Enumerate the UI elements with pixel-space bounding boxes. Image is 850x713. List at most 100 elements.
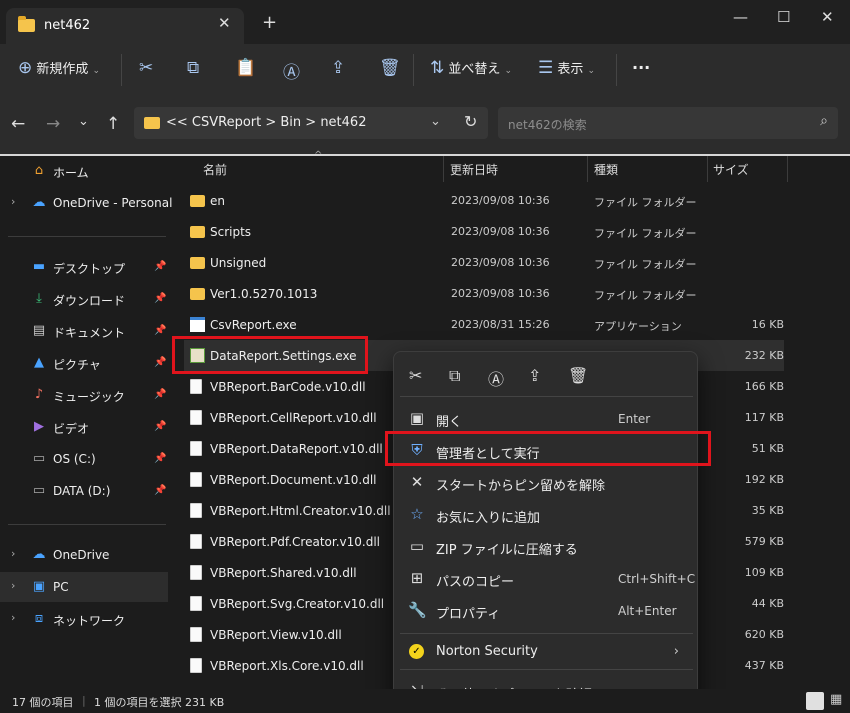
sidebar-divider	[8, 524, 166, 525]
view-button-label: 表示	[557, 62, 584, 77]
new-tab-button[interactable]: +	[262, 14, 277, 32]
sidebar-item-videos[interactable]: ▶ ビデオ 📌	[0, 412, 168, 442]
menu-item-norton-security[interactable]: ✓ Norton Security ›	[398, 636, 693, 667]
file-size: 437 KB	[744, 659, 784, 672]
file-size: 44 KB	[751, 597, 784, 610]
file-size: 579 KB	[744, 535, 784, 548]
file-date: 2023/09/08 10:36	[451, 225, 550, 238]
rename-icon[interactable]: Ⓐ	[488, 366, 504, 390]
close-window-button[interactable]: ✕	[821, 8, 834, 26]
forward-arrow-icon[interactable]: →	[46, 114, 60, 134]
breadcrumb[interactable]: << CSVReport > Bin > net462	[166, 115, 366, 130]
menu-item-open[interactable]: ▣ 開く Enter	[398, 403, 693, 434]
sidebar-item-label: ピクチャ	[53, 358, 101, 372]
cloud-icon: ☁	[32, 195, 46, 210]
back-arrow-icon[interactable]: ←	[11, 114, 25, 134]
navigation-pane: ⌂ ホーム › ☁ OneDrive - Personal ▬ デスクトップ 📌…	[0, 156, 172, 689]
unpin-icon: ✕	[410, 473, 424, 491]
menu-divider	[400, 633, 693, 634]
menu-item-copy-path[interactable]: ⊞ パスのコピー Ctrl+Shift+C	[398, 563, 695, 594]
file-row[interactable]: en 2023/09/08 10:36 ファイル フォルダー	[184, 185, 784, 216]
sidebar-item-os-c[interactable]: ▭ OS (C:) 📌	[0, 444, 168, 474]
share-icon[interactable]: ⇪	[528, 366, 541, 385]
column-divider[interactable]	[587, 156, 588, 182]
column-header-name[interactable]: 名前	[203, 161, 227, 178]
copy-path-icon: ⊞	[410, 569, 424, 587]
column-divider[interactable]	[443, 156, 444, 182]
pin-icon: 📌	[154, 261, 167, 272]
view-button[interactable]: ☰ 表示 ⌄	[538, 58, 595, 78]
sort-button[interactable]: ⇅ 並べ替え ⌄	[430, 58, 512, 78]
sidebar-item-desktop[interactable]: ▬ デスクトップ 📌	[0, 252, 168, 282]
column-divider[interactable]	[787, 156, 788, 182]
file-row[interactable]: Scripts 2023/09/08 10:36 ファイル フォルダー	[184, 216, 784, 247]
sidebar-item-label: ミュージック	[53, 390, 125, 404]
menu-item-unpin-start[interactable]: ✕ スタートからピン留めを解除	[398, 467, 693, 498]
download-icon: ⤓	[36, 291, 42, 306]
sidebar-item-downloads[interactable]: ⤓ ダウンロード 📌	[0, 284, 168, 314]
sidebar-item-data-d[interactable]: ▭ DATA (D:) 📌	[0, 476, 168, 506]
sidebar-item-home[interactable]: ⌂ ホーム	[0, 156, 168, 186]
rename-icon[interactable]: Ⓐ	[283, 58, 300, 83]
sidebar-item-label: ホーム	[53, 166, 89, 180]
column-divider[interactable]	[707, 156, 708, 182]
sidebar-item-documents[interactable]: ▤ ドキュメント 📌	[0, 316, 168, 346]
wrench-icon: 🔧	[408, 601, 427, 619]
column-header-size[interactable]: サイズ	[713, 161, 749, 178]
copy-icon[interactable]: ⧉	[187, 58, 199, 78]
minimize-button[interactable]: —	[733, 8, 748, 26]
address-bar[interactable]: << CSVReport > Bin > net462 ⌄ ↻	[134, 107, 488, 139]
search-input[interactable]: net462の検索	[508, 116, 587, 133]
close-tab-icon[interactable]: ✕	[218, 14, 231, 32]
sidebar-item-network[interactable]: › ⧈ ネットワーク	[0, 604, 168, 634]
cut-icon[interactable]: ✂	[409, 366, 422, 385]
delete-icon[interactable]: 🗑	[379, 58, 401, 78]
sidebar-item-pictures[interactable]: ▲ ピクチャ 📌	[0, 348, 168, 378]
details-view-button[interactable]	[806, 692, 824, 710]
column-header-type[interactable]: 種類	[594, 161, 618, 178]
up-arrow-icon[interactable]: ↑	[106, 114, 120, 134]
chevron-right-icon[interactable]: ›	[11, 195, 15, 208]
file-date: 2023/09/08 10:36	[451, 194, 550, 207]
chevron-down-icon[interactable]: ⌄	[430, 114, 441, 129]
new-button[interactable]: ⊕ 新規作成 ⌄	[18, 58, 100, 78]
maximize-button[interactable]: ☐	[777, 8, 790, 26]
file-size: 117 KB	[744, 411, 784, 424]
file-size: 620 KB	[744, 628, 784, 641]
highlight-run-as-admin	[385, 431, 711, 466]
chevron-right-icon[interactable]: ›	[11, 611, 15, 624]
tab-net462[interactable]: net462 ✕	[6, 8, 244, 44]
status-bar: 17 個の項目 | 1 個の項目を選択 231 KB ▦	[0, 689, 850, 713]
sidebar-item-label: OS (C:)	[53, 452, 96, 466]
file-row[interactable]: Ver1.0.5270.1013 2023/09/08 10:36 ファイル フォル…	[184, 278, 784, 309]
toolbar-divider	[616, 54, 617, 86]
chevron-right-icon: ›	[673, 644, 679, 659]
file-date: 2023/09/08 10:36	[451, 256, 550, 269]
status-divider: |	[82, 694, 86, 707]
menu-item-properties[interactable]: 🔧 プロパティ Alt+Enter	[398, 595, 693, 626]
chevron-right-icon[interactable]: ›	[11, 547, 15, 560]
column-header-date[interactable]: 更新日時	[450, 161, 498, 178]
search-box[interactable]: net462の検索 ⌕	[498, 107, 838, 139]
refresh-icon[interactable]: ↻	[464, 112, 477, 131]
sidebar-item-onedrive-personal[interactable]: › ☁ OneDrive - Personal	[0, 188, 172, 218]
file-name: VBReport.Document.v10.dll	[210, 473, 377, 487]
menu-item-compress-zip[interactable]: ▭ ZIP ファイルに圧縮する	[398, 531, 693, 562]
copy-icon[interactable]: ⧉	[449, 366, 460, 386]
paste-icon[interactable]: 📋	[235, 58, 256, 78]
sidebar-item-pc[interactable]: › ▣ PC	[0, 572, 168, 602]
chevron-right-icon[interactable]: ›	[11, 579, 15, 592]
sidebar-item-music[interactable]: ♪ ミュージック 📌	[0, 380, 168, 410]
file-name: VBReport.BarCode.v10.dll	[210, 380, 366, 394]
more-options-button[interactable]: ···	[632, 58, 650, 77]
cut-icon[interactable]: ✂	[139, 58, 153, 78]
file-row[interactable]: Unsigned 2023/09/08 10:36 ファイル フォルダー	[184, 247, 784, 278]
open-icon: ▣	[409, 409, 425, 427]
menu-item-add-favorite[interactable]: ☆ お気に入りに追加	[398, 499, 693, 530]
delete-icon[interactable]: 🗑	[568, 366, 588, 385]
sidebar-item-onedrive[interactable]: › ☁ OneDrive	[0, 540, 168, 570]
tiles-view-button[interactable]: ▦	[830, 692, 846, 710]
share-icon[interactable]: ⇪	[331, 58, 345, 78]
search-icon[interactable]: ⌕	[820, 113, 828, 129]
recent-chevron-icon[interactable]: ⌄	[78, 114, 89, 129]
